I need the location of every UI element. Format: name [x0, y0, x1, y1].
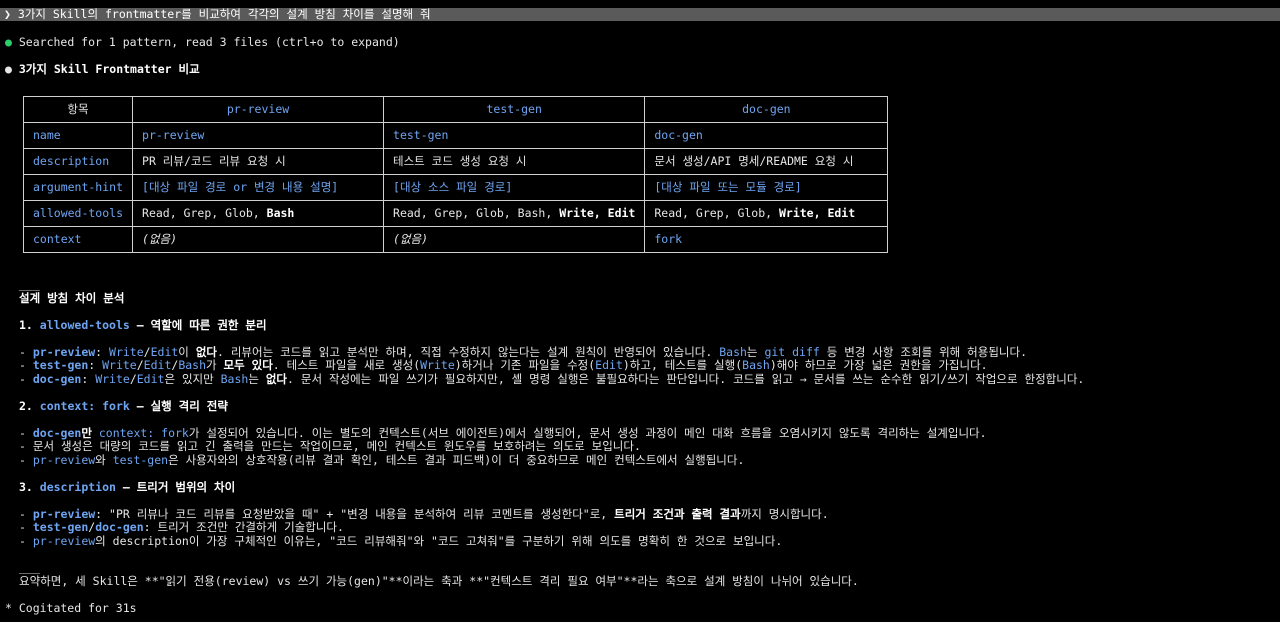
- section-title: 설계 방침 차이 분석: [19, 291, 125, 305]
- status-line[interactable]: ● Searched for 1 pattern, read 3 files (…: [5, 35, 400, 50]
- subsection-3-title: 3. description — 트리거 범위의 차이: [19, 480, 236, 494]
- table-header: pr-review: [132, 96, 385, 123]
- table-cell: [대상 소스 파일 경로]: [383, 174, 646, 201]
- table-cell: 테스트 코드 생성 요청 시: [383, 148, 646, 175]
- table-header: test-gen: [383, 96, 646, 123]
- table-cell: fork: [644, 226, 889, 253]
- table-cell: pr-review: [132, 122, 385, 149]
- subsection-2-title: 2. context: fork — 실행 격리 전략: [19, 399, 228, 413]
- table-row: argument-hint [대상 파일 경로 or 변경 내용 설명] [대상…: [22, 174, 889, 201]
- table-cell: 문서 생성/API 명세/README 요청 시: [644, 148, 889, 175]
- comparison-table: 항목 pr-review test-gen doc-gen name pr-re…: [22, 96, 889, 253]
- divider: ___: [19, 560, 40, 574]
- list-item: - 문서 생성은 대량의 코드를 읽고 긴 출력을 만드는 작업이므로, 메인 …: [19, 439, 641, 453]
- list-item: - pr-review와 test-gen은 사용자와의 상호작용(리뷰 결과 …: [19, 453, 745, 467]
- list-item: - test-gen: Write/Edit/Bash가 모두 있다. 테스트 …: [19, 358, 988, 372]
- table-cell: argument-hint: [22, 174, 134, 201]
- table-header: doc-gen: [644, 96, 889, 123]
- divider: ___: [19, 277, 40, 291]
- table-cell: (없음): [383, 226, 646, 253]
- table-row: context (없음) (없음) fork: [22, 226, 889, 253]
- table-cell: PR 리뷰/코드 리뷰 요청 시: [132, 148, 385, 175]
- response-heading: ● 3가지 Skill Frontmatter 비교: [5, 62, 200, 76]
- summary-text: 요약하면, 세 Skill은 **"읽기 전용(review) vs 쓰기 가능…: [19, 574, 859, 588]
- table-header: 항목: [22, 96, 134, 123]
- status-footer: * Cogitated for 31s: [5, 601, 137, 615]
- prompt-bar: ❯ 3가지 Skill의 frontmatter를 비교하여 각각의 설계 방침…: [0, 7, 1280, 21]
- table-cell: name: [22, 122, 134, 149]
- table-cell: allowed-tools: [22, 200, 134, 227]
- table-cell: Read, Grep, Glob, Bash: [132, 200, 385, 227]
- table-cell: description: [22, 148, 134, 175]
- table-header-row: 항목 pr-review test-gen doc-gen: [22, 96, 889, 123]
- table-cell: [대상 파일 경로 or 변경 내용 설명]: [132, 174, 385, 201]
- subsection-1-title: 1. allowed-tools — 역할에 따른 권한 분리: [19, 318, 267, 332]
- table-cell: context: [22, 226, 134, 253]
- table-cell: test-gen: [383, 122, 646, 149]
- list-item: - doc-gen: Write/Edit은 있지만 Bash는 없다. 문서 …: [19, 372, 1085, 386]
- table-row: allowed-tools Read, Grep, Glob, Bash Rea…: [22, 200, 889, 227]
- table-row: name pr-review test-gen doc-gen: [22, 122, 889, 149]
- table-cell: doc-gen: [644, 122, 889, 149]
- table-row: description PR 리뷰/코드 리뷰 요청 시 테스트 코드 생성 요…: [22, 148, 889, 175]
- table-cell: [대상 파일 또는 모듈 경로]: [644, 174, 889, 201]
- table-cell: (없음): [132, 226, 385, 253]
- table-cell: Read, Grep, Glob, Write, Edit: [644, 200, 889, 227]
- list-item: - test-gen/doc-gen: 트리거 조건만 간결하게 기술합니다.: [19, 520, 344, 534]
- status-dot-icon: ●: [5, 35, 12, 49]
- list-item: - pr-review의 description이 가장 구체적인 이유는, "…: [19, 534, 783, 548]
- table-cell: Read, Grep, Glob, Bash, Write, Edit: [383, 200, 646, 227]
- bullet-icon: ●: [5, 62, 12, 76]
- prompt-text: ❯ 3가지 Skill의 frontmatter를 비교하여 각각의 설계 방침…: [4, 7, 431, 21]
